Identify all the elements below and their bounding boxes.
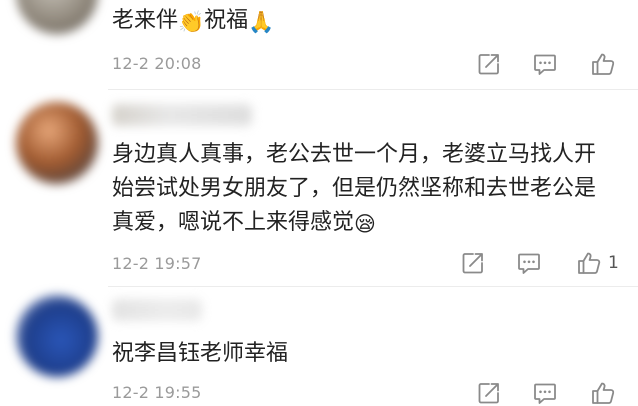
comment-text-line: 始尝试处男女朋友了，但是仍然坚称和去世老公是 xyxy=(112,176,597,201)
comment-text-segment: 祝福 xyxy=(204,8,249,33)
comment-timestamp: 12-2 19:55 xyxy=(112,383,202,402)
clapping-hands-emoji: 👏 xyxy=(178,10,205,34)
username-blurred xyxy=(112,104,252,126)
comment-timestamp: 12-2 19:57 xyxy=(112,254,202,273)
like-button[interactable] xyxy=(576,250,602,276)
praying-hands-emoji: 🙏 xyxy=(248,10,275,34)
comment-text: 老来伴👏祝福🙏 xyxy=(112,4,632,39)
avatar[interactable] xyxy=(16,0,98,34)
comment-text: 身边真人真事，老公去世一个月，老婆立马找人开 始尝试处男女朋友了，但是仍然坚称和… xyxy=(112,138,632,241)
comment-item: 老来伴👏祝福🙏 12-2 20:08 xyxy=(0,0,638,88)
comment-icon xyxy=(534,54,556,75)
thumbs-up-icon xyxy=(592,53,615,75)
comment-text: 祝李昌钰老师幸福 xyxy=(112,337,632,371)
thumbs-up-icon xyxy=(592,382,615,404)
share-button[interactable] xyxy=(460,250,486,276)
comment-item: 祝李昌钰老师幸福 12-2 19:55 xyxy=(0,287,638,404)
username-blurred xyxy=(112,299,202,321)
comment-text-line: 身边真人真事，老公去世一个月，老婆立马找人开 xyxy=(112,142,597,167)
comment-text-line: 真爱，嗯说不上来得感觉 xyxy=(112,210,355,235)
share-button[interactable] xyxy=(476,51,502,77)
comment-item: 身边真人真事，老公去世一个月，老婆立马找人开 始尝试处男女朋友了，但是仍然坚称和… xyxy=(0,90,638,285)
avatar[interactable] xyxy=(16,102,98,184)
thumbs-up-icon xyxy=(578,252,601,274)
comment-text-line: 祝李昌钰老师幸福 xyxy=(112,341,289,366)
share-icon xyxy=(478,383,499,404)
like-count: 1 xyxy=(608,253,619,273)
sleepy-face-emoji: 😪 xyxy=(354,212,376,236)
comment-icon xyxy=(534,383,556,404)
reply-button[interactable] xyxy=(532,51,558,77)
reply-button[interactable] xyxy=(532,380,558,406)
share-button[interactable] xyxy=(476,380,502,406)
like-button[interactable] xyxy=(590,380,616,406)
comment-timestamp: 12-2 20:08 xyxy=(112,54,202,73)
share-icon xyxy=(478,54,499,75)
reply-button[interactable] xyxy=(516,250,542,276)
like-button[interactable] xyxy=(590,51,616,77)
avatar[interactable] xyxy=(16,295,98,377)
comment-text-segment: 老来伴 xyxy=(112,8,179,33)
comment-icon xyxy=(518,253,540,274)
share-icon xyxy=(462,253,483,274)
